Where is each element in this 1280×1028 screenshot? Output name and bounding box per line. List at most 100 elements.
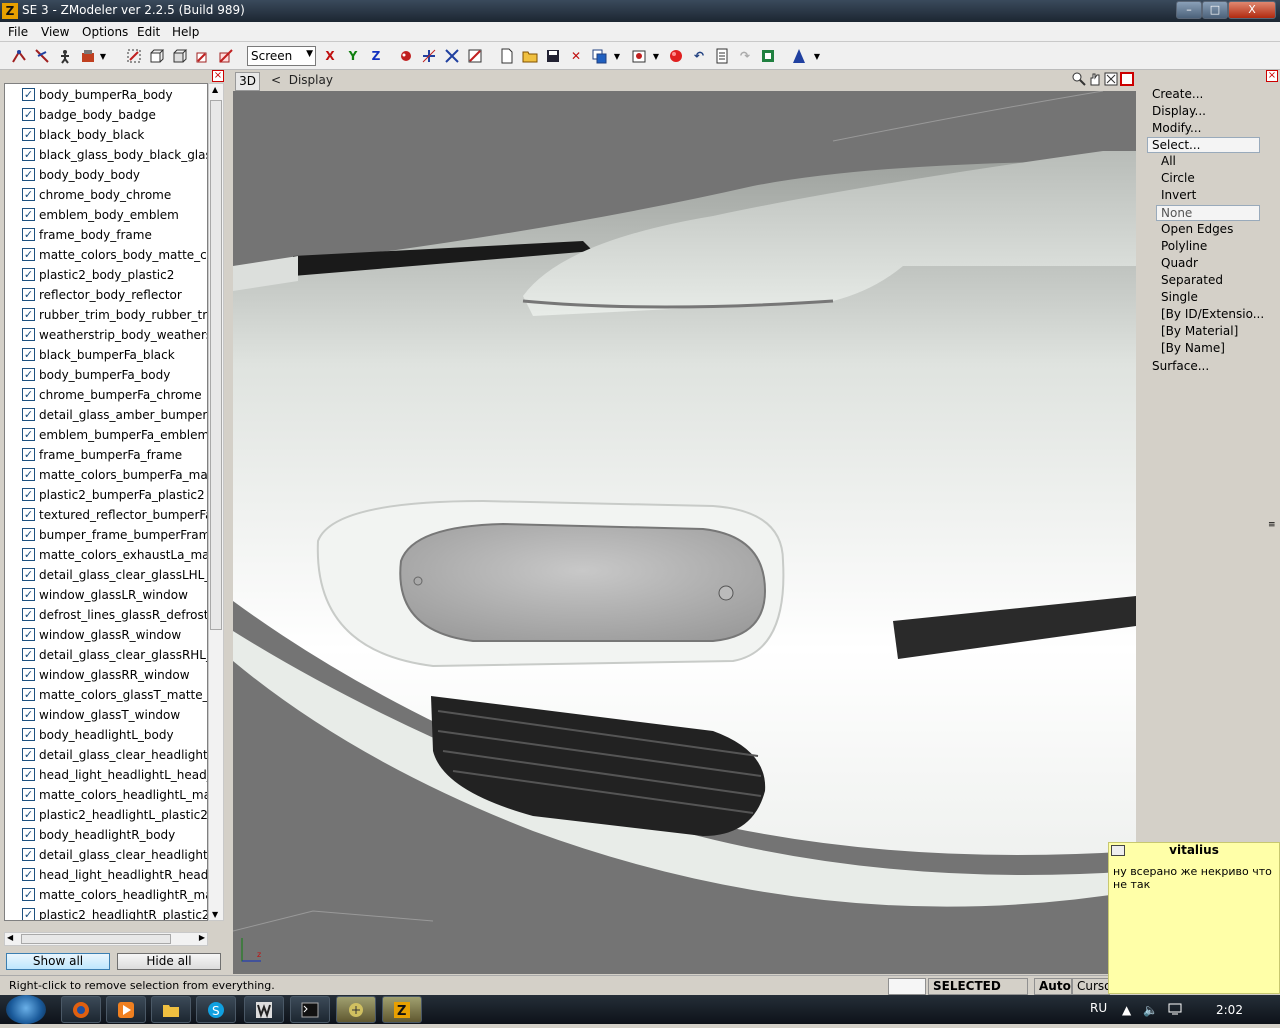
visibility-checkbox[interactable]: ✓ (22, 888, 35, 901)
zmodeler-app-icon[interactable]: Z (2, 3, 18, 19)
visibility-checkbox[interactable]: ✓ (22, 408, 35, 421)
object-list-item[interactable]: ✓ frame_bumperFa_frame (5, 445, 207, 465)
object-list-item[interactable]: ✓ badge_body_badge (5, 105, 207, 125)
visibility-checkbox[interactable]: ✓ (22, 508, 35, 521)
light-icon[interactable] (790, 47, 808, 65)
cmd-create[interactable]: Create... (1152, 87, 1203, 101)
select-option[interactable]: Quadr (1161, 256, 1198, 270)
visibility-checkbox[interactable]: ✓ (22, 468, 35, 481)
visibility-checkbox[interactable]: ✓ (22, 728, 35, 741)
object-list-item[interactable]: ✓ black_glass_body_black_glass (5, 145, 207, 165)
maximize-viewport-icon[interactable] (1120, 72, 1134, 89)
zmodeler-helper-icon[interactable] (336, 996, 376, 1023)
scroll-right-icon[interactable]: ▶ (199, 933, 205, 942)
scroll-thumb[interactable] (21, 934, 171, 944)
visibility-checkbox[interactable]: ✓ (22, 168, 35, 181)
cmd-modify[interactable]: Modify... (1152, 121, 1202, 135)
visibility-checkbox[interactable]: ✓ (22, 368, 35, 381)
chevron-down-icon[interactable]: ▼ (612, 47, 622, 65)
object-list-item[interactable]: ✓ window_glassLR_window (5, 585, 207, 605)
scroll-down-icon[interactable]: ▼ (212, 910, 218, 919)
object-list-item[interactable]: ✓ bumper_frame_bumperFrameF_frame (5, 525, 207, 545)
menu-file[interactable]: File (8, 25, 28, 39)
object-list-item[interactable]: ✓ matte_colors_body_matte_colors (5, 245, 207, 265)
chevron-down-icon[interactable]: ▼ (812, 47, 822, 65)
scale-icon[interactable] (466, 47, 484, 65)
visibility-checkbox[interactable]: ✓ (22, 288, 35, 301)
menu-options[interactable]: Options (82, 25, 128, 39)
rotate-icon[interactable] (443, 47, 461, 65)
object-list-item[interactable]: ✓ matte_colors_headlightL_matte_colors (5, 785, 207, 805)
select-edge-icon[interactable] (33, 47, 51, 65)
select-option[interactable]: [By Name] (1161, 341, 1225, 355)
visibility-checkbox[interactable]: ✓ (22, 268, 35, 281)
clock[interactable]: 2:02 (1216, 1003, 1243, 1017)
scroll-up-icon[interactable]: ▲ (212, 85, 218, 94)
visibility-checkbox[interactable]: ✓ (22, 688, 35, 701)
select-option[interactable]: Polyline (1161, 239, 1207, 253)
cmd-display[interactable]: Display... (1152, 104, 1206, 118)
visibility-checkbox[interactable]: ✓ (22, 128, 35, 141)
object-list-item[interactable]: ✓ rubber_trim_body_rubber_trim (5, 305, 207, 325)
select-option[interactable]: Invert (1161, 188, 1196, 202)
object-list-item[interactable]: ✓ body_bumperRa_body (5, 85, 207, 105)
object-list-item[interactable]: ✓ reflector_body_reflector (5, 285, 207, 305)
maximize-button[interactable]: □ (1202, 1, 1228, 19)
object-list-item[interactable]: ✓ head_light_headlightL_head_light (5, 765, 207, 785)
visibility-checkbox[interactable]: ✓ (22, 648, 35, 661)
select-box-icon[interactable] (125, 47, 143, 65)
visibility-checkbox[interactable]: ✓ (22, 228, 35, 241)
object-list-item[interactable]: ✓ detail_glass_clear_headlightR_detail (5, 845, 207, 865)
object-list-item[interactable]: ✓ emblem_bumperFa_emblem (5, 425, 207, 445)
object-list-item[interactable]: ✓ head_light_headlightR_head_light (5, 865, 207, 885)
visibility-checkbox[interactable]: ✓ (22, 388, 35, 401)
texture-icon[interactable] (759, 47, 777, 65)
object-list-item[interactable]: ✓ matte_colors_exhaustLa_matte_colors (5, 545, 207, 565)
explorer-icon[interactable] (151, 996, 191, 1023)
visibility-checkbox[interactable]: ✓ (22, 448, 35, 461)
axis-y-toggle[interactable]: Y (344, 47, 362, 65)
object-list-item[interactable]: ✓ plastic2_bumperFa_plastic2 (5, 485, 207, 505)
viewport-mode-label[interactable]: < Display (271, 73, 333, 87)
visibility-checkbox[interactable]: ✓ (22, 668, 35, 681)
visibility-checkbox[interactable]: ✓ (22, 748, 35, 761)
open-folder-icon[interactable] (521, 47, 539, 65)
visibility-checkbox[interactable]: ✓ (22, 828, 35, 841)
select-option[interactable]: Open Edges (1161, 222, 1233, 236)
visibility-checkbox[interactable]: ✓ (22, 528, 35, 541)
new-file-icon[interactable] (498, 47, 516, 65)
terminal-icon[interactable] (290, 996, 330, 1023)
object-list-hscrollbar[interactable]: ◀ ▶ (4, 932, 208, 946)
visibility-checkbox[interactable]: ✓ (22, 568, 35, 581)
coord-system-select[interactable]: Screen ▼ (247, 46, 316, 66)
tray-expand-icon[interactable]: ▲ (1122, 1003, 1131, 1017)
close-icon[interactable]: × (212, 70, 224, 82)
cube-solid-icon[interactable] (171, 47, 189, 65)
properties-icon[interactable] (713, 47, 731, 65)
show-all-button[interactable]: Show all (6, 953, 110, 970)
panel-resize-grip[interactable]: ≡ (1268, 520, 1276, 530)
firefox-icon[interactable] (61, 996, 101, 1023)
cmd-surface[interactable]: Surface... (1152, 359, 1209, 373)
select-option[interactable]: Single (1161, 290, 1198, 304)
object-list-item[interactable]: ✓ detail_glass_clear_headlightL_detail (5, 745, 207, 765)
delete-icon[interactable]: ✕ (567, 47, 585, 65)
object-list-item[interactable]: ✓ window_glassT_window (5, 705, 207, 725)
paste-icon[interactable] (630, 47, 648, 65)
menu-view[interactable]: View (41, 25, 69, 39)
menu-help[interactable]: Help (172, 25, 199, 39)
object-list-item[interactable]: ✓ chrome_bumperFa_chrome (5, 385, 207, 405)
visibility-checkbox[interactable]: ✓ (22, 328, 35, 341)
object-list-item[interactable]: ✓ body_bumperFa_body (5, 365, 207, 385)
visibility-checkbox[interactable]: ✓ (22, 628, 35, 641)
visibility-checkbox[interactable]: ✓ (22, 788, 35, 801)
object-list-item[interactable]: ✓ defrost_lines_glassR_defrost_lines (5, 605, 207, 625)
cube-red-icon[interactable] (194, 47, 212, 65)
scroll-left-icon[interactable]: ◀ (7, 933, 13, 942)
visibility-checkbox[interactable]: ✓ (22, 248, 35, 261)
visibility-checkbox[interactable]: ✓ (22, 908, 35, 920)
save-icon[interactable] (544, 47, 562, 65)
visibility-checkbox[interactable]: ✓ (22, 608, 35, 621)
select-option[interactable]: Separated (1161, 273, 1223, 287)
visibility-checkbox[interactable]: ✓ (22, 208, 35, 221)
